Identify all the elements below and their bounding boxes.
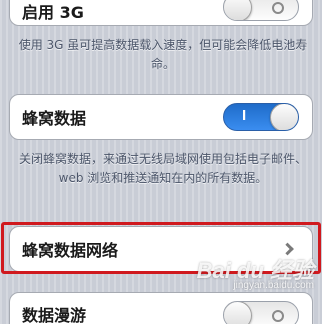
toggle-knob [224, 0, 252, 20]
baidu-watermark-url: jingyan.baidu.com [233, 280, 314, 291]
data-roaming-toggle[interactable] [223, 301, 299, 324]
toggle-knob [224, 302, 252, 324]
enable-3g-label: 启用 3G [22, 3, 84, 22]
enable-3g-note: 使用 3G 虽可提高数据载入速度，但可能会降低电池寿命。 [18, 38, 308, 71]
toggle-on-text: I [242, 107, 247, 124]
toggle-off-icon [272, 310, 284, 322]
toggle-knob [270, 104, 298, 130]
data-roaming-label: 数据漫游 [22, 306, 87, 324]
cellular-data-row: 蜂窝数据 I [9, 94, 313, 140]
enable-3g-toggle[interactable] [223, 0, 299, 21]
data-roaming-row: 数据漫游 [9, 292, 313, 324]
cellular-data-label: 蜂窝数据 [22, 109, 87, 128]
toggle-off-icon [272, 2, 284, 14]
cellular-data-note: 关闭蜂窝数据，来通过无线局域网使用包括电子邮件、web 浏览和推送通知在内的所有… [18, 152, 307, 185]
cellular-data-toggle[interactable]: I [223, 103, 299, 131]
enable-3g-row: 启用 3G [9, 0, 313, 26]
